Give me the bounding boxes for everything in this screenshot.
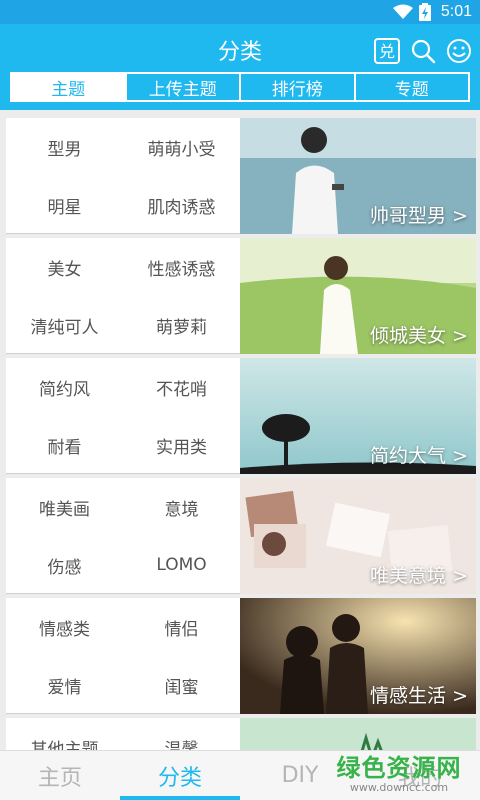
category-banner[interactable]: 帅哥型男 > — [240, 118, 476, 234]
nav-mine[interactable]: 我的 — [360, 751, 480, 800]
tab-ranking[interactable]: 排行榜 — [241, 74, 356, 100]
category-tabs: 主题 上传主题 排行榜 专题 — [10, 72, 470, 102]
clock: 5:01 — [440, 3, 472, 20]
tag-item[interactable]: 清纯可人 — [6, 296, 123, 354]
tag-item[interactable]: 不花哨 — [123, 358, 240, 416]
category-card: 唯美画 意境 伤感 LOMO 唯美意境 > — [6, 478, 476, 594]
tab-topics[interactable]: 专题 — [356, 74, 469, 100]
header-actions: 兑 — [372, 36, 474, 66]
tab-upload-theme[interactable]: 上传主题 — [127, 74, 241, 100]
tag-grid: 美女 性感诱惑 清纯可人 萌萝莉 — [6, 238, 240, 354]
tag-item[interactable]: 温馨 — [123, 718, 240, 751]
category-banner[interactable]: 唯美意境 > — [240, 478, 476, 594]
svg-text:兑: 兑 — [379, 42, 395, 61]
category-card: 型男 萌萌小受 明星 肌肉诱惑 帅哥型男 > — [6, 118, 476, 234]
tag-item[interactable]: 情侣 — [123, 598, 240, 656]
tag-grid: 情感类 情侣 爱情 闺蜜 — [6, 598, 240, 714]
tag-item[interactable]: 唯美画 — [6, 478, 123, 536]
category-banner[interactable]: 情感生活 > — [240, 598, 476, 714]
category-banner[interactable]: 倾城美女 > — [240, 238, 476, 354]
tag-grid: 型男 萌萌小受 明星 肌肉诱惑 — [6, 118, 240, 234]
category-card: 情感类 情侣 爱情 闺蜜 情感生活 > — [6, 598, 476, 714]
search-icon[interactable] — [408, 36, 438, 66]
tag-item[interactable]: 萌萌小受 — [123, 118, 240, 176]
tag-item[interactable]: 情感类 — [6, 598, 123, 656]
banner-label: 倾城美女 > — [370, 325, 468, 347]
battery-icon — [418, 3, 431, 21]
tag-item[interactable]: 耐看 — [6, 416, 123, 474]
banner-label: 简约大气 > — [370, 445, 468, 467]
nav-categories[interactable]: 分类 — [120, 751, 240, 800]
app-header: 分类 兑 主题 上传主题 排行榜 专题 — [0, 24, 480, 110]
tag-item[interactable]: 伤感 — [6, 536, 123, 594]
tag-item[interactable]: 性感诱惑 — [123, 238, 240, 296]
tag-item[interactable]: 爱情 — [6, 656, 123, 714]
wifi-icon — [392, 4, 413, 20]
nav-home[interactable]: 主页 — [0, 751, 120, 800]
tag-item[interactable]: 肌肉诱惑 — [123, 176, 240, 234]
smiley-icon[interactable] — [444, 36, 474, 66]
tag-item[interactable]: 实用类 — [123, 416, 240, 474]
bottom-navigation: 主页 分类 DIY 我的 — [0, 750, 480, 800]
exchange-icon[interactable]: 兑 — [372, 36, 402, 66]
tag-item[interactable]: 其他主题 — [6, 718, 123, 751]
tag-grid: 唯美画 意境 伤感 LOMO — [6, 478, 240, 594]
category-card: 其他主题 温馨 — [6, 718, 476, 750]
banner-photo — [240, 718, 476, 750]
category-banner[interactable] — [240, 718, 476, 750]
tag-item[interactable]: 型男 — [6, 118, 123, 176]
banner-label: 情感生活 > — [370, 685, 468, 707]
category-banner[interactable]: 简约大气 > — [240, 358, 476, 474]
tag-item[interactable]: 明星 — [6, 176, 123, 234]
category-list[interactable]: 型男 萌萌小受 明星 肌肉诱惑 帅哥型男 > 美女 性感诱惑 清纯可人 萌萝莉 — [0, 110, 480, 750]
category-card: 美女 性感诱惑 清纯可人 萌萝莉 倾城美女 > — [6, 238, 476, 354]
tag-grid: 简约风 不花哨 耐看 实用类 — [6, 358, 240, 474]
status-bar: 5:01 — [0, 0, 480, 24]
tag-item[interactable]: 闺蜜 — [123, 656, 240, 714]
category-card: 简约风 不花哨 耐看 实用类 简约大气 > — [6, 358, 476, 474]
tag-item[interactable]: LOMO — [123, 536, 240, 594]
tag-grid: 其他主题 温馨 — [6, 718, 240, 751]
banner-label: 唯美意境 > — [370, 565, 468, 587]
tab-themes[interactable]: 主题 — [12, 74, 127, 100]
tag-item[interactable]: 萌萝莉 — [123, 296, 240, 354]
tag-item[interactable]: 意境 — [123, 478, 240, 536]
tag-item[interactable]: 简约风 — [6, 358, 123, 416]
banner-label: 帅哥型男 > — [370, 205, 468, 227]
nav-diy[interactable]: DIY — [240, 751, 360, 800]
tag-item[interactable]: 美女 — [6, 238, 123, 296]
